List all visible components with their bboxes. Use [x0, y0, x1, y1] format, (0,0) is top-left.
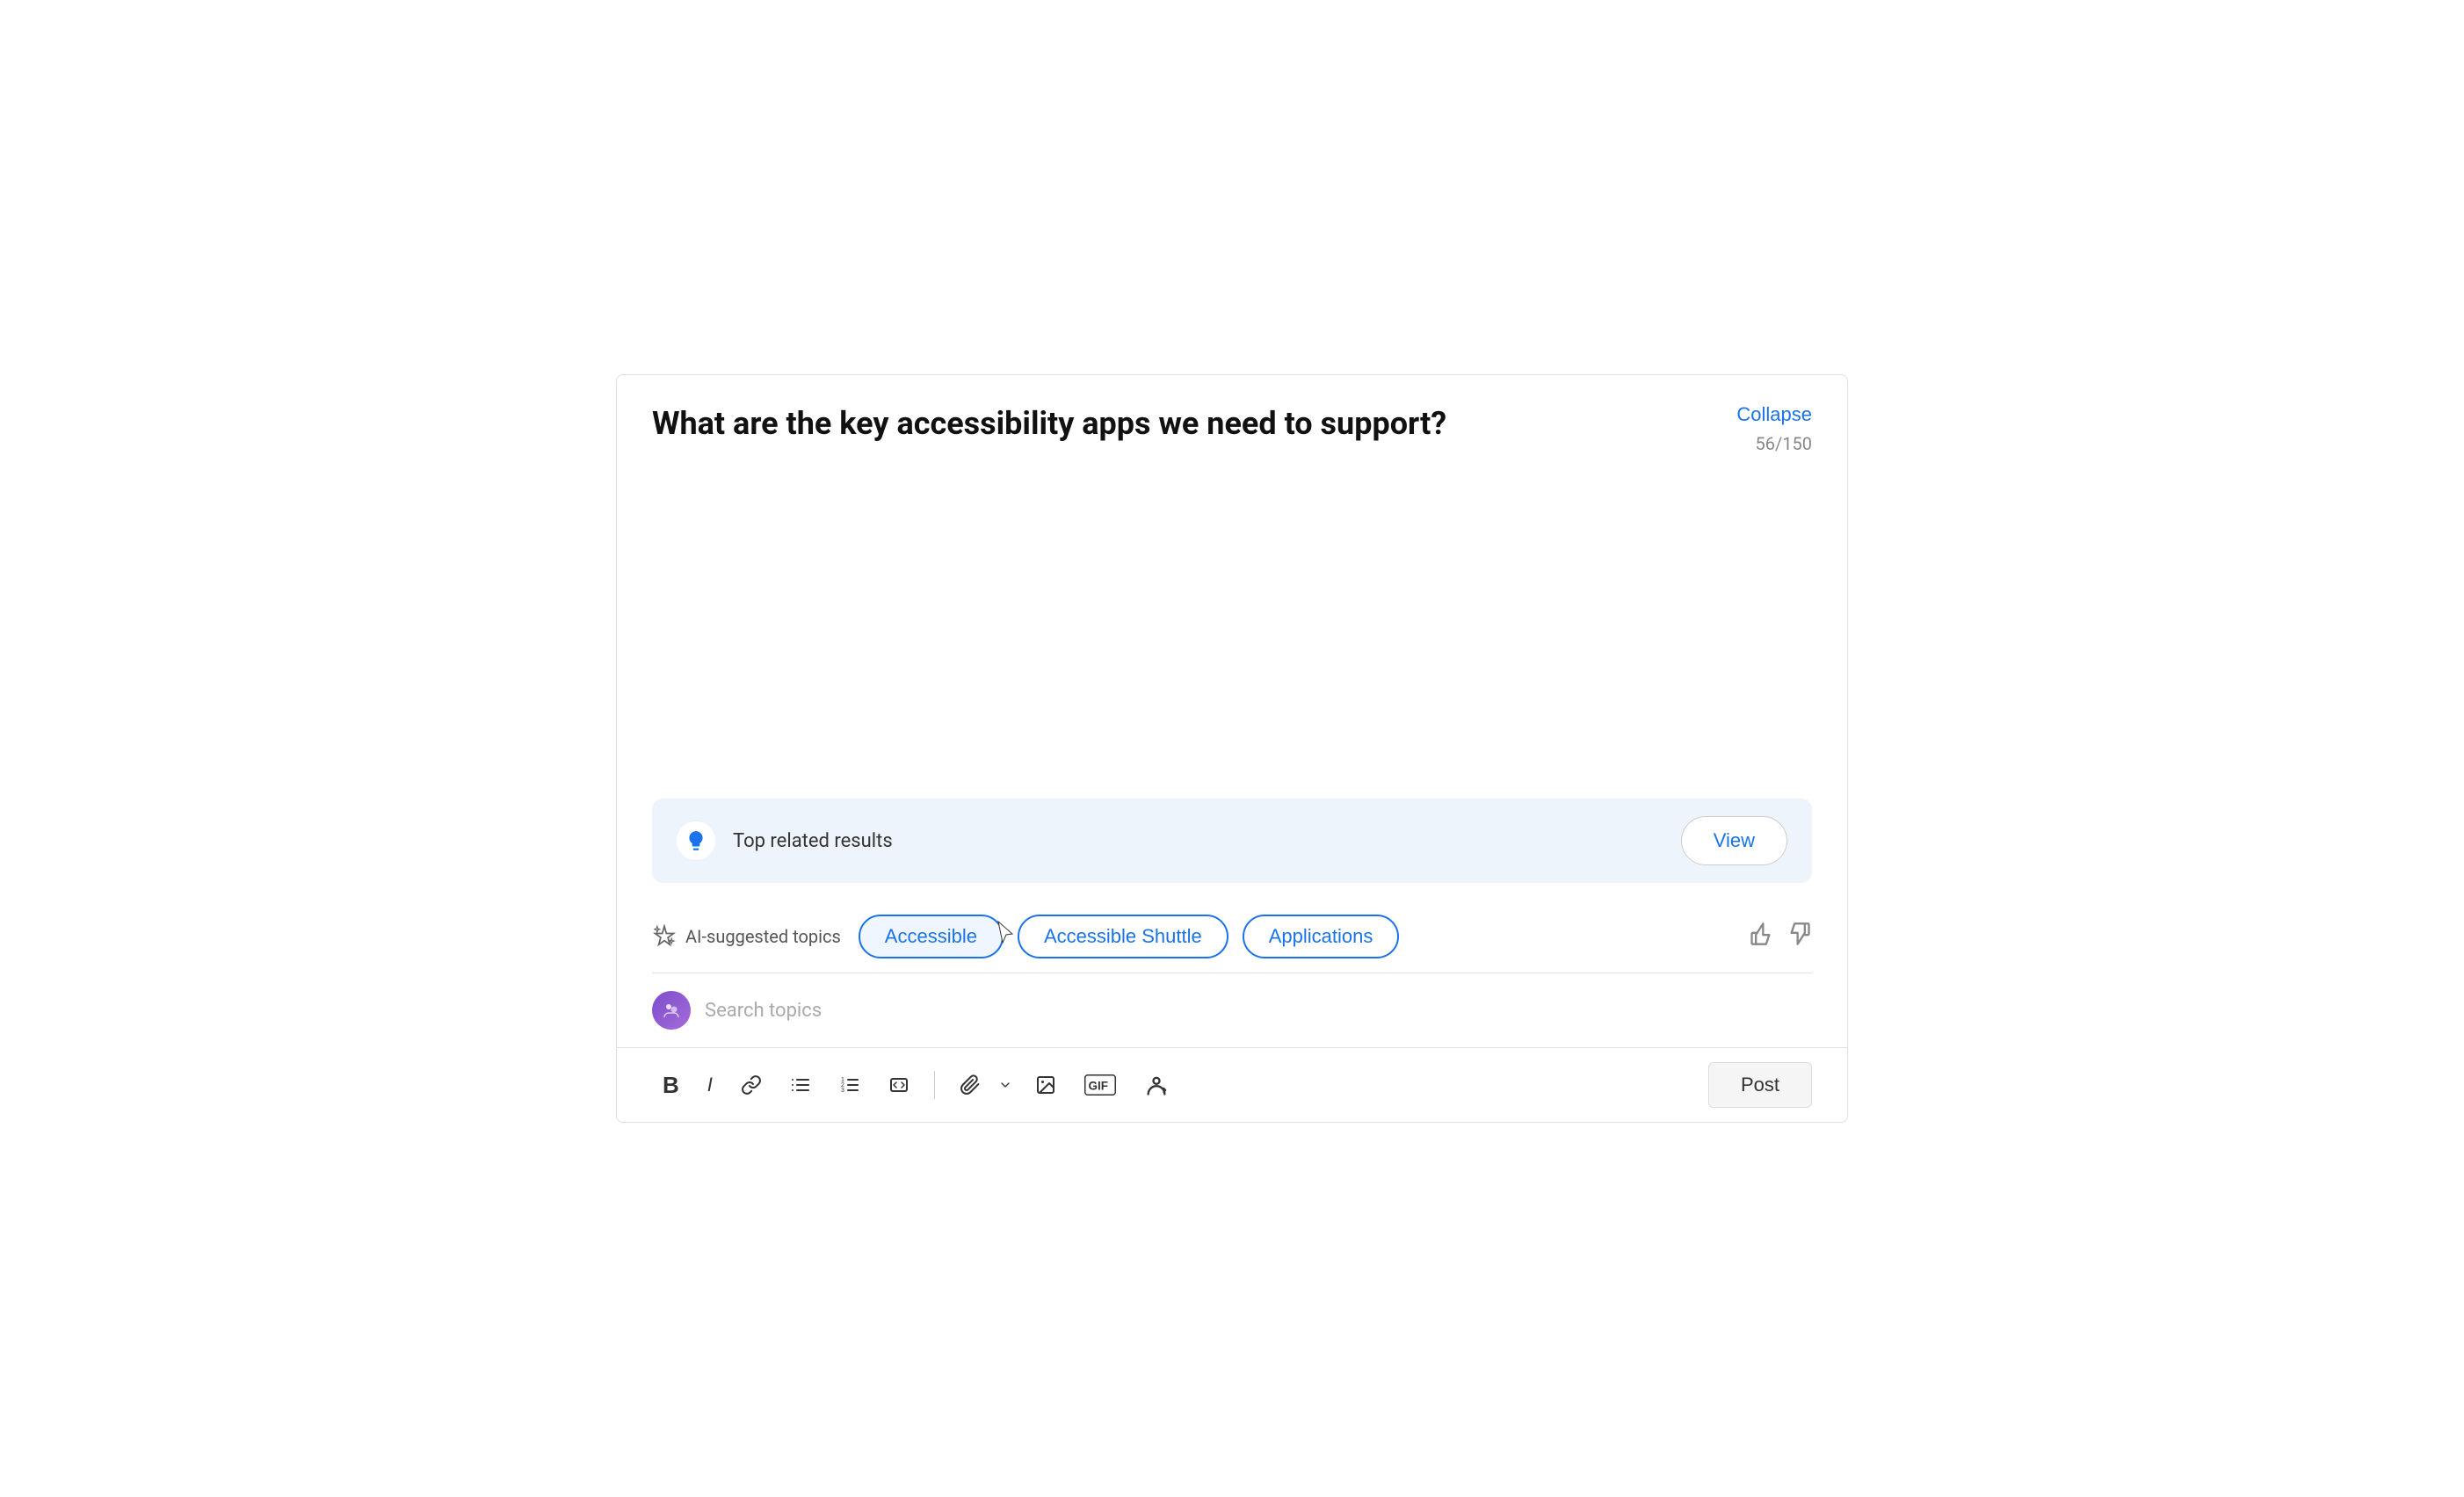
paperclip-icon [960, 1074, 981, 1096]
char-count: 56/150 [1756, 433, 1812, 454]
code-icon [888, 1074, 910, 1096]
related-results-bar: Top related results View [652, 799, 1812, 883]
toolbar-separator-1 [934, 1071, 935, 1099]
main-container: What are the key accessibility apps we n… [616, 374, 1848, 1123]
mention-icon [1144, 1073, 1169, 1097]
thumbs-up-button[interactable] [1749, 922, 1773, 952]
ai-topics-label: AI-suggested topics [685, 926, 841, 947]
search-topics-placeholder: Search topics [705, 1000, 822, 1022]
attach-button[interactable] [949, 1067, 991, 1103]
related-results-label: Top related results [733, 830, 1663, 852]
thumbs-down-icon [1787, 922, 1812, 946]
header-row: What are the key accessibility apps we n… [617, 375, 1847, 468]
ai-icon-group: AI-suggested topics [652, 924, 841, 949]
gif-button[interactable]: GIF [1074, 1067, 1127, 1103]
topic-chip-accessible[interactable]: Accessible [859, 915, 1004, 958]
question-title: What are the key accessibility apps we n… [652, 403, 1619, 445]
sparkle-icon [652, 924, 677, 949]
content-area [617, 468, 1847, 777]
avatar-icon [661, 1000, 682, 1021]
topic-chip-accessible-shuttle[interactable]: Accessible Shuttle [1018, 915, 1228, 958]
svg-text:GIF: GIF [1088, 1079, 1108, 1092]
thumbs-up-icon [1749, 922, 1773, 946]
list-button[interactable] [779, 1067, 822, 1103]
link-icon [741, 1074, 762, 1096]
view-button[interactable]: View [1681, 816, 1787, 865]
attach-group [949, 1067, 1018, 1103]
search-avatar [652, 991, 691, 1030]
post-button[interactable]: Post [1708, 1062, 1812, 1108]
link-button[interactable] [730, 1067, 772, 1103]
list-icon [790, 1074, 811, 1096]
vote-buttons [1749, 922, 1812, 952]
bold-button[interactable]: B [652, 1065, 690, 1106]
collapse-button[interactable]: Collapse [1736, 403, 1812, 426]
code-button[interactable] [878, 1067, 920, 1103]
mention-button[interactable] [1134, 1066, 1179, 1104]
italic-button[interactable]: I [697, 1067, 723, 1103]
gif-icon: GIF [1084, 1074, 1116, 1096]
ai-topics-row: AI-suggested topics Accessible Accessibl… [617, 897, 1847, 973]
bulb-icon-container [677, 821, 715, 860]
bulb-icon [685, 829, 707, 852]
header-right: Collapse 56/150 [1736, 403, 1812, 454]
image-icon [1035, 1074, 1056, 1096]
ordered-list-icon: 1 2 3 [839, 1074, 860, 1096]
attach-dropdown-button[interactable] [993, 1071, 1018, 1099]
thumbs-down-button[interactable] [1787, 922, 1812, 952]
chevron-down-icon [998, 1078, 1012, 1092]
image-button[interactable] [1025, 1067, 1067, 1103]
ordered-list-button[interactable]: 1 2 3 [829, 1067, 871, 1103]
search-topics-row[interactable]: Search topics [617, 973, 1847, 1047]
svg-text:3: 3 [841, 1088, 844, 1094]
topic-chip-applications[interactable]: Applications [1243, 915, 1400, 958]
toolbar: B I 1 [617, 1048, 1847, 1122]
topic-chips: Accessible Accessible Shuttle Applicatio… [859, 915, 1400, 958]
